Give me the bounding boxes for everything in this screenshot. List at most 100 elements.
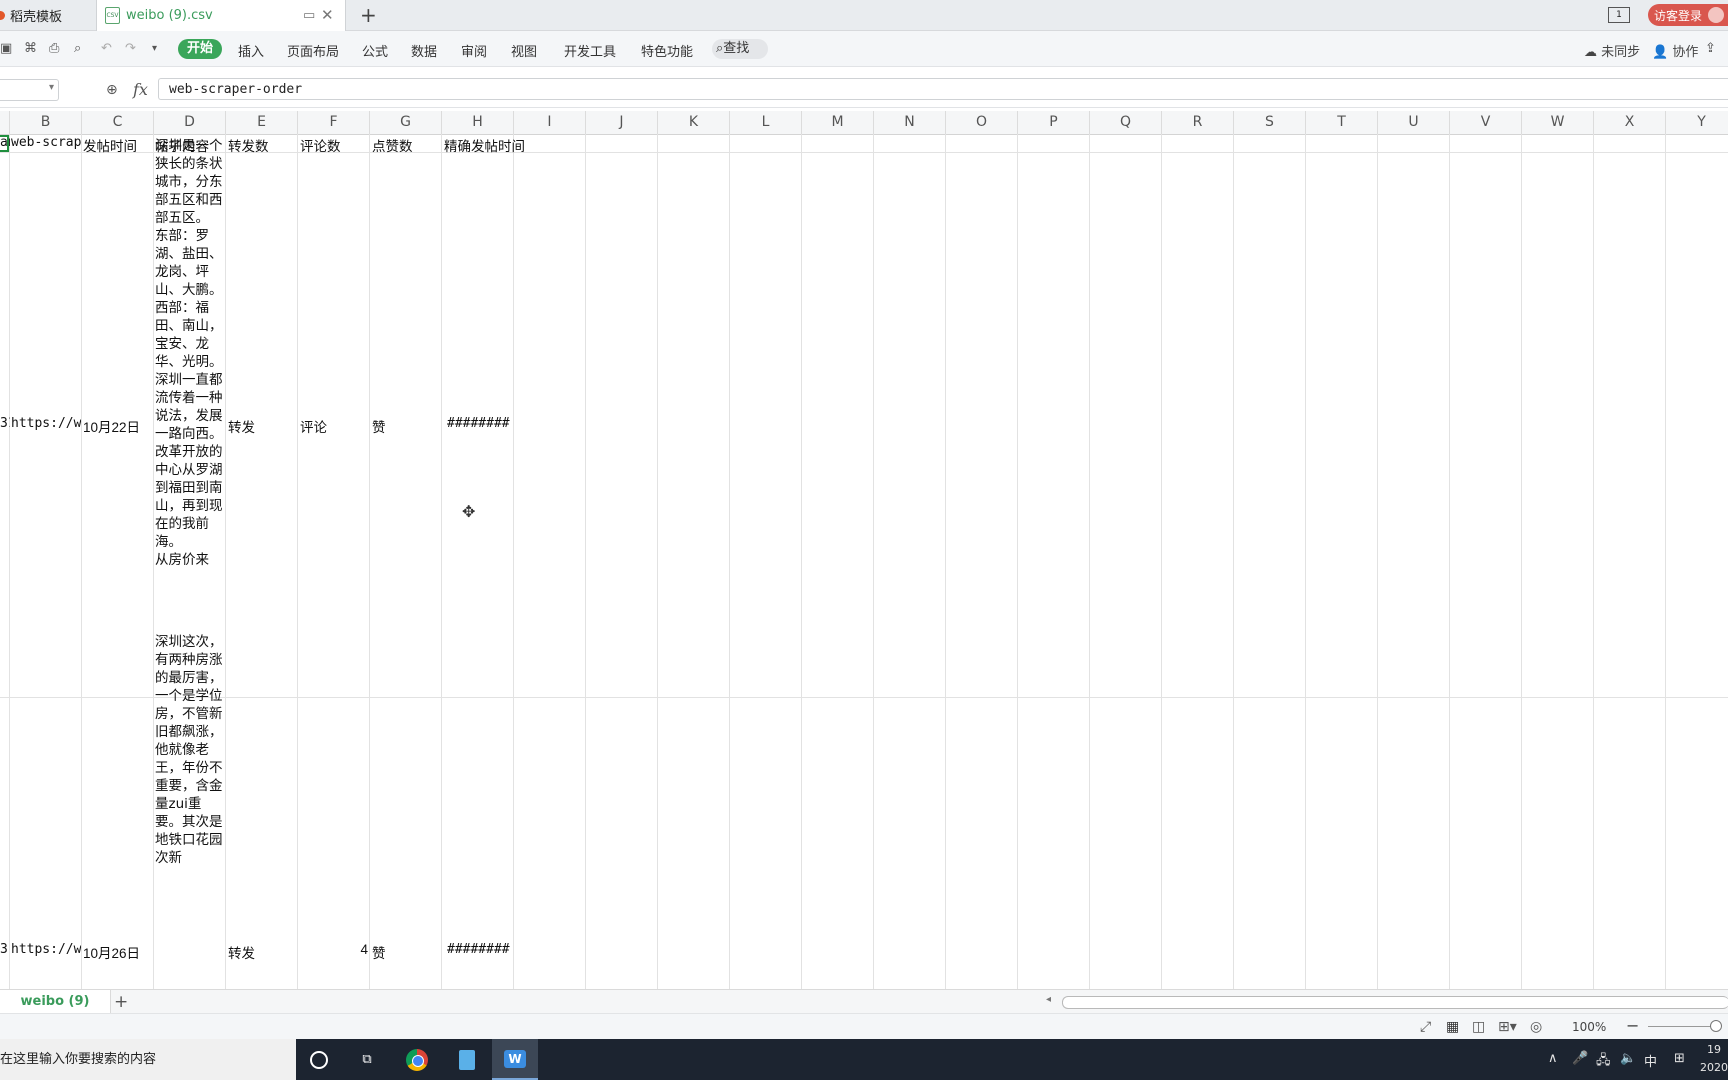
column-header-m[interactable]: M	[802, 111, 874, 134]
column-header-c[interactable]: C	[82, 111, 154, 134]
cell-f2[interactable]: 评论	[300, 416, 370, 436]
zoom-slider[interactable]	[1648, 1026, 1718, 1027]
cell-b2[interactable]: https://w	[11, 416, 81, 431]
undo-icon[interactable]: ↶	[101, 41, 112, 56]
restore-window-icon[interactable]: ▭	[303, 8, 315, 23]
redo-icon[interactable]: ↷	[125, 41, 136, 56]
ime-indicator[interactable]: 中	[1644, 1051, 1657, 1070]
column-header-o[interactable]: O	[946, 111, 1018, 134]
cell-e1[interactable]: 转发数	[228, 135, 298, 155]
menu-home[interactable]: 开始	[178, 39, 222, 59]
cell-g2[interactable]: 赞	[372, 416, 442, 436]
quick-access-dropdown-icon[interactable]: ▾	[152, 43, 157, 54]
cell-e2[interactable]: 转发	[228, 416, 298, 436]
scroll-left-icon[interactable]: ◂	[1046, 994, 1051, 1005]
page-layout-view-icon[interactable]: ◫	[1472, 1019, 1485, 1035]
fullscreen-icon[interactable]: ⤢	[1420, 1019, 1431, 1035]
notes-app-icon[interactable]	[444, 1039, 490, 1080]
column-header-l[interactable]: L	[730, 111, 802, 134]
tab-weibo-csv[interactable]: CSV weibo (9).csv ▭ ✕	[96, 0, 346, 31]
page-break-view-icon[interactable]: ⊞▾	[1498, 1019, 1517, 1035]
sync-status[interactable]: ☁ 未同步	[1584, 41, 1640, 60]
cell-f1[interactable]: 评论数	[300, 135, 370, 155]
cell-d2[interactable]: 深圳是一个狭长的条状城市，分东部五区和西部五区。 东部：罗湖、盐田、龙岗、坪山、…	[155, 137, 225, 607]
print-icon[interactable]: ⎙	[49, 41, 59, 56]
zoom-formula-icon[interactable]: ⊕	[106, 82, 118, 98]
close-tab-icon[interactable]: ✕	[321, 6, 334, 24]
guest-login-button[interactable]: 访客登录	[1648, 4, 1728, 26]
column-header-t[interactable]: T	[1306, 111, 1378, 134]
clock-time[interactable]: 19	[1707, 1043, 1721, 1056]
sheet-tab-weibo[interactable]: weibo (9)	[0, 990, 111, 1014]
menu-data[interactable]: 数据	[411, 41, 437, 60]
taskbar-search-input[interactable]: 在这里输入你要搜索的内容	[0, 1039, 296, 1080]
cell-d3[interactable]: 深圳这次，有两种房涨的最厉害，一个是学位房，不管新旧都飙涨，他就像老王，年份不重…	[155, 633, 225, 989]
network-icon[interactable]: 🖧	[1596, 1051, 1611, 1073]
cell-a2[interactable]: 31	[0, 416, 10, 431]
column-header-n[interactable]: N	[874, 111, 946, 134]
column-header-i[interactable]: I	[514, 111, 586, 134]
column-header-d[interactable]: D	[154, 111, 226, 134]
chrome-icon[interactable]	[394, 1039, 440, 1080]
horizontal-scrollbar[interactable]	[1062, 996, 1728, 1009]
menu-special-features[interactable]: 特色功能	[641, 41, 693, 60]
cell-c2[interactable]: 10月22日	[83, 416, 153, 436]
column-header-s[interactable]: S	[1234, 111, 1306, 134]
formula-input[interactable]: web-scraper-order	[158, 78, 1728, 100]
ime-mode-icon[interactable]: ⊞	[1674, 1051, 1685, 1066]
cell-h1[interactable]: 精确发帖时间	[444, 135, 564, 155]
task-view-icon[interactable]: ⧉	[344, 1039, 390, 1080]
menu-page-layout[interactable]: 页面布局	[287, 41, 339, 60]
menu-developer[interactable]: 开发工具	[564, 41, 616, 60]
cell-c3[interactable]: 10月26日	[83, 942, 153, 962]
column-header-b[interactable]: B	[10, 111, 82, 134]
new-tab-button[interactable]: +	[360, 3, 377, 27]
column-header-y[interactable]: Y	[1666, 111, 1728, 134]
cell-a3[interactable]: 3	[0, 942, 10, 957]
format-painter-icon[interactable]: ⌘	[24, 41, 37, 56]
print-preview-icon[interactable]: ⌕	[74, 41, 81, 56]
column-header-u[interactable]: U	[1378, 111, 1450, 134]
name-box[interactable]: ▾	[0, 79, 59, 101]
cell-h2[interactable]: ########	[447, 416, 517, 431]
fx-icon[interactable]: fx	[133, 80, 148, 99]
cell-f3[interactable]: 4	[300, 942, 368, 957]
column-header-f[interactable]: F	[298, 111, 370, 134]
collaborate-button[interactable]: 👤 协作	[1652, 41, 1698, 60]
menu-view[interactable]: 视图	[511, 41, 537, 60]
menu-review[interactable]: 审阅	[461, 41, 487, 60]
column-header-v[interactable]: V	[1450, 111, 1522, 134]
cell-e3[interactable]: 转发	[228, 942, 298, 962]
wps-app-icon[interactable]: W	[492, 1039, 538, 1080]
zoom-out-button[interactable]: −	[1626, 1016, 1639, 1035]
column-header-r[interactable]: R	[1162, 111, 1234, 134]
column-header-h[interactable]: H	[442, 111, 514, 134]
spreadsheet-grid[interactable]: BCDEFGHIJKLMNOPQRSTUVWXY an web-scrap 发帖…	[0, 111, 1728, 989]
find-button[interactable]: ⌕查找	[712, 39, 768, 59]
share-icon[interactable]: ⇪	[1705, 41, 1716, 56]
normal-view-icon[interactable]: ▦	[1446, 1019, 1459, 1035]
column-header-p[interactable]: P	[1018, 111, 1090, 134]
column-header-x[interactable]: X	[1594, 111, 1666, 134]
cell-g3[interactable]: 赞	[372, 942, 442, 962]
column-header-w[interactable]: W	[1522, 111, 1594, 134]
cell-g1[interactable]: 点赞数	[372, 135, 442, 155]
cell-b3[interactable]: https://w	[11, 942, 81, 957]
tab-docer-template[interactable]: 稻壳模板	[0, 0, 95, 30]
column-header-j[interactable]: J	[586, 111, 658, 134]
tray-overflow-icon[interactable]: ∧	[1548, 1051, 1558, 1066]
clock-date[interactable]: 2020	[1700, 1061, 1728, 1074]
column-header-q[interactable]: Q	[1090, 111, 1162, 134]
column-header-g[interactable]: G	[370, 111, 442, 134]
save-icon[interactable]: ▣	[0, 41, 12, 56]
microphone-icon[interactable]: 🎤	[1572, 1051, 1588, 1066]
window-count-icon[interactable]: 1	[1608, 7, 1630, 23]
zoom-slider-handle[interactable]	[1710, 1020, 1722, 1032]
column-header-k[interactable]: K	[658, 111, 730, 134]
cell-b1[interactable]: web-scrap	[11, 135, 81, 150]
volume-icon[interactable]: 🔈	[1620, 1051, 1636, 1066]
eye-protection-icon[interactable]: ◎	[1530, 1019, 1542, 1035]
add-sheet-button[interactable]: +	[114, 990, 128, 1014]
cell-h3[interactable]: ########	[447, 942, 517, 957]
column-header-a[interactable]	[0, 111, 10, 134]
